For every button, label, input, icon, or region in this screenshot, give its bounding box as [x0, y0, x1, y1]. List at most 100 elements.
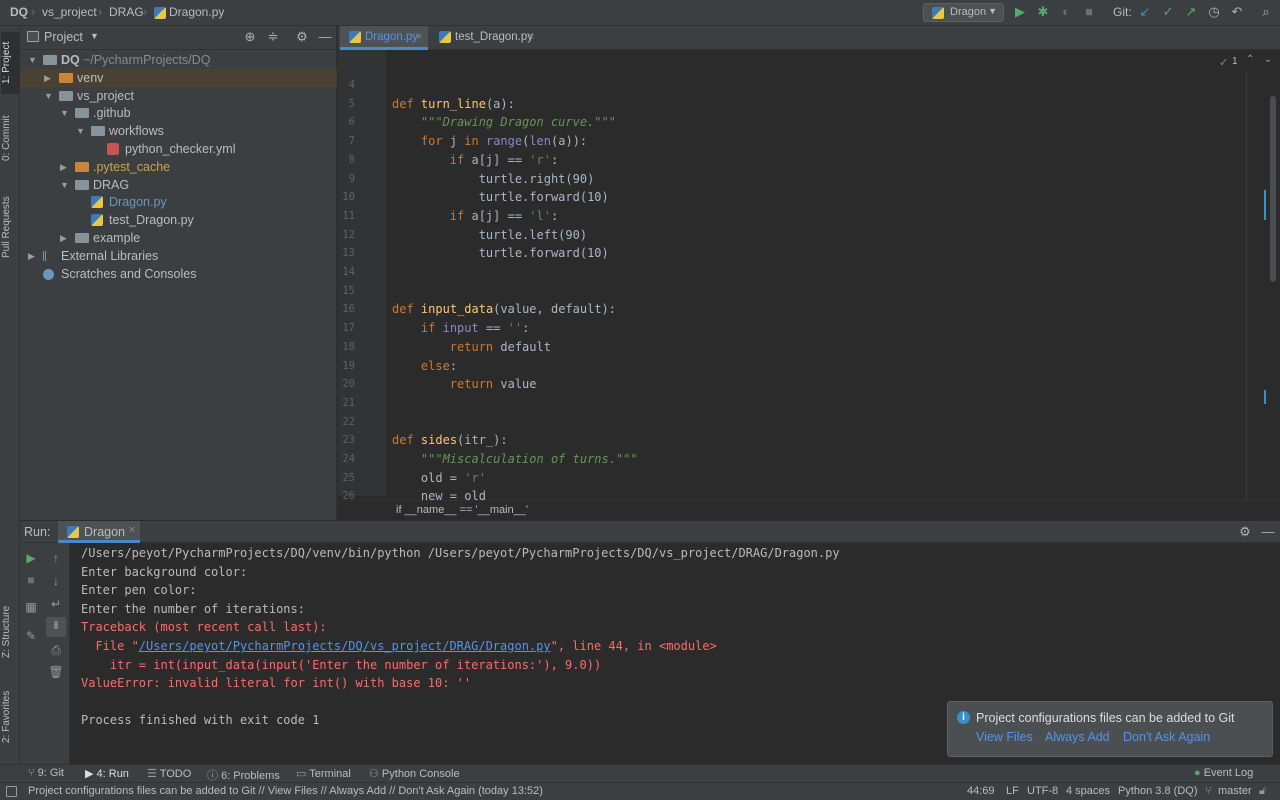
minimize-icon[interactable]: —: [1260, 524, 1276, 540]
soft-wrap-icon[interactable]: ↵: [48, 596, 64, 612]
editor-scrollbar[interactable]: [1270, 96, 1276, 282]
close-icon[interactable]: ×: [528, 26, 534, 49]
line-separator[interactable]: LF: [1006, 785, 1019, 797]
breadcrumb-dragon-py[interactable]: Dragon.py: [169, 5, 224, 19]
tool-tab-run[interactable]: ▶ 4: Run: [85, 767, 129, 780]
tool-tab-pull-requests[interactable]: Pull Requests: [1, 188, 19, 266]
chevron-up-icon[interactable]: ⌃: [1246, 54, 1254, 65]
chevron-down-icon[interactable]: ⌄: [1264, 54, 1272, 65]
tree-item[interactable]: ▶ External Libraries: [20, 247, 337, 265]
lock-icon[interactable]: 🔓︎: [1259, 785, 1266, 798]
tree-item[interactable]: ▶ .pytest_cache: [20, 158, 337, 176]
file-link[interactable]: /Users/peyot/PycharmProjects/DQ/vs_proje…: [139, 639, 551, 653]
indent-setting[interactable]: 4 spaces: [1066, 785, 1110, 797]
tree-item[interactable]: Scratches and Consoles: [20, 265, 337, 283]
toggle-tool-windows-icon[interactable]: [6, 786, 17, 797]
git-history-icon[interactable]: ◷: [1206, 4, 1222, 20]
event-log-button[interactable]: ● Event Log: [1194, 767, 1253, 779]
print-icon[interactable]: ⎙: [48, 642, 64, 658]
chevron-right-icon[interactable]: ▶: [60, 158, 67, 176]
debug-icon[interactable]: ✱: [1035, 4, 1051, 20]
tool-tab-terminal[interactable]: ▭ Terminal: [296, 767, 351, 780]
git-push-icon[interactable]: ↗: [1183, 4, 1199, 20]
python-icon: ⚇: [369, 768, 382, 780]
tree-item[interactable]: ▼ DRAG: [20, 176, 337, 194]
trash-icon[interactable]: 🗑: [48, 664, 64, 680]
breadcrumb-dq[interactable]: DQ: [10, 5, 28, 19]
chevron-down-icon[interactable]: ▼: [90, 31, 99, 41]
python-interpreter[interactable]: Python 3.8 (DQ): [1118, 785, 1197, 797]
git-branch[interactable]: master: [1218, 785, 1252, 797]
arrow-up-icon[interactable]: ↑: [48, 550, 64, 566]
chevron-right-icon[interactable]: ▶: [28, 247, 35, 265]
rerun-icon[interactable]: ▶: [23, 550, 39, 566]
editor-breadcrumb[interactable]: if __name__ == '__main__': [396, 504, 528, 516]
gear-icon[interactable]: ⚙: [294, 29, 310, 45]
run-icon[interactable]: ▶: [1012, 4, 1028, 20]
run-tab-dragon[interactable]: Dragon ×: [58, 521, 140, 543]
output-line: ValueError: invalid literal for int() wi…: [81, 676, 472, 691]
arrow-down-icon[interactable]: ↓: [48, 573, 64, 589]
breadcrumb-vs-project[interactable]: vs_project: [42, 5, 97, 19]
project-panel-title[interactable]: Project: [44, 30, 83, 44]
run-configuration-select[interactable]: Dragon ▼: [923, 3, 1004, 22]
line-number: 24: [342, 453, 355, 465]
tab-dragon-py[interactable]: Dragon.py ×: [340, 26, 428, 50]
chevron-down-icon[interactable]: ▼: [28, 51, 37, 69]
tool-tab-problems[interactable]: ⓘ 6: Problems: [207, 767, 280, 783]
git-branch-icon: ⑂: [1205, 785, 1212, 797]
chevron-right-icon[interactable]: ▶: [60, 229, 67, 247]
pin-icon[interactable]: ✎: [23, 628, 39, 644]
chevron-down-icon[interactable]: ▼: [60, 176, 69, 194]
tree-item[interactable]: ▼ vs_project: [20, 87, 337, 105]
tree-item[interactable]: ▶ venv: [20, 68, 337, 87]
line-number: 5: [348, 97, 355, 110]
git-commit-icon[interactable]: ✓: [1160, 4, 1176, 20]
tool-tab-favorites[interactable]: 2: Favorites: [1, 682, 19, 752]
close-icon[interactable]: ×: [416, 26, 422, 49]
tree-item[interactable]: ▼ .github: [20, 104, 337, 122]
tree-item-label: .github: [93, 106, 131, 121]
coverage-icon[interactable]: ◐: [1058, 4, 1074, 20]
folder-icon: [59, 90, 73, 101]
minimize-icon[interactable]: —: [317, 29, 333, 45]
dont-ask-again-link[interactable]: Don't Ask Again: [1123, 730, 1210, 744]
chevron-down-icon[interactable]: ▼: [44, 87, 53, 105]
tool-tab-git[interactable]: ⑂ 9: Git: [28, 767, 64, 779]
tool-tab-python-console[interactable]: ⚇ Python Console: [369, 767, 460, 780]
locate-icon[interactable]: ⊕: [242, 29, 258, 45]
chevron-down-icon[interactable]: ▼: [76, 122, 85, 140]
tool-tab-project[interactable]: 1: Project: [1, 32, 19, 94]
play-icon: ▶: [85, 768, 97, 780]
chevron-down-icon[interactable]: ▼: [60, 104, 69, 122]
tab-test-dragon-py[interactable]: test_Dragon.py ×: [430, 26, 540, 50]
tree-item[interactable]: test_Dragon.py: [20, 211, 337, 229]
chevron-right-icon[interactable]: ▶: [44, 69, 51, 87]
breadcrumb-drag[interactable]: DRAG: [109, 5, 144, 19]
collapse-all-icon[interactable]: ≑: [265, 29, 281, 45]
stop-icon[interactable]: ■: [1081, 4, 1097, 20]
stop-icon[interactable]: ■: [23, 572, 39, 588]
close-icon[interactable]: ×: [129, 524, 135, 536]
layout-icon[interactable]: ▦: [23, 599, 39, 615]
tree-item[interactable]: Dragon.py: [20, 193, 337, 211]
file-encoding[interactable]: UTF-8: [1027, 785, 1058, 797]
status-message[interactable]: Project configurations files can be adde…: [28, 785, 543, 797]
scroll-to-end-icon[interactable]: ⇟: [46, 617, 66, 637]
tree-item[interactable]: ▶ example: [20, 229, 337, 247]
inspection-ok-icon[interactable]: ✓: [1219, 56, 1228, 69]
tool-tab-todo[interactable]: ☰ TODO: [147, 767, 191, 780]
view-files-link[interactable]: View Files: [976, 730, 1033, 744]
always-add-link[interactable]: Always Add: [1045, 730, 1110, 744]
tool-tab-structure[interactable]: Z: Structure: [1, 598, 19, 666]
tree-item[interactable]: ▼ DQ ~/PycharmProjects/DQ: [20, 51, 337, 69]
tree-item-label: Scratches and Consoles: [61, 266, 197, 281]
git-update-icon[interactable]: ↙: [1137, 4, 1153, 20]
tree-item[interactable]: python_checker.yml: [20, 140, 337, 158]
caret-position[interactable]: 44:69: [967, 785, 995, 797]
tree-item[interactable]: ▼ workflows: [20, 122, 337, 140]
tool-tab-commit[interactable]: 0: Commit: [1, 108, 19, 168]
git-rollback-icon[interactable]: ↶: [1229, 4, 1245, 20]
gear-icon[interactable]: ⚙: [1237, 524, 1253, 540]
search-icon[interactable]: ⌕: [1258, 4, 1274, 20]
